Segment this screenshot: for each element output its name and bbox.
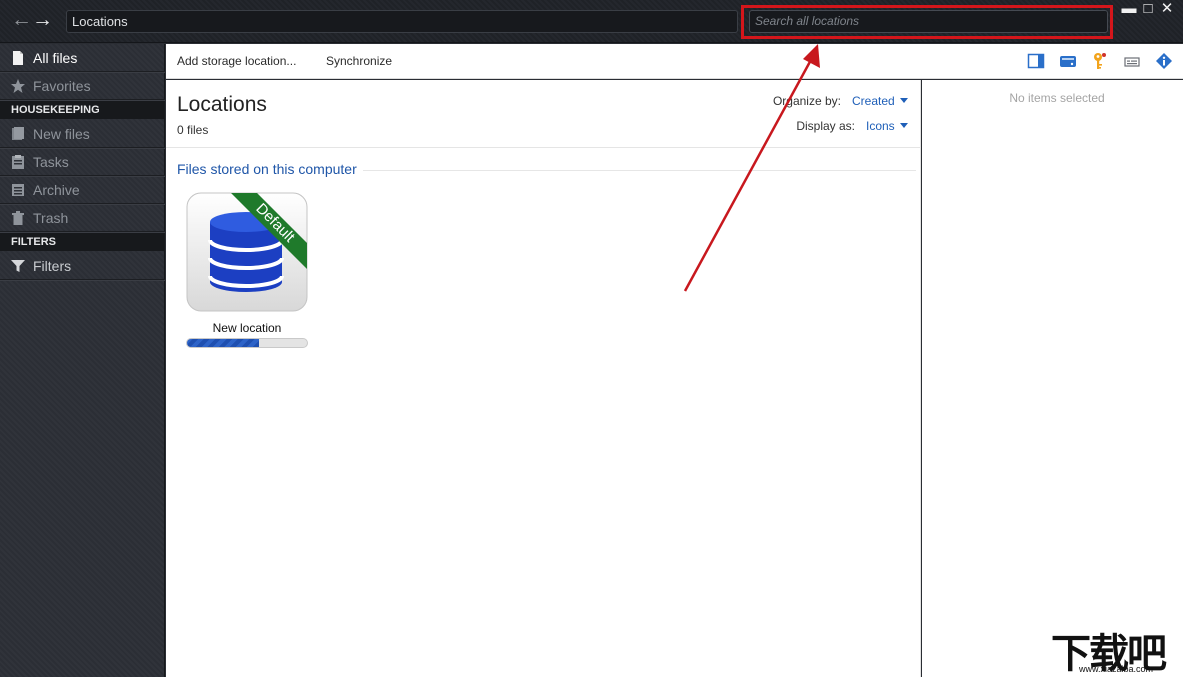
details-pane: No items selected — [922, 80, 1183, 677]
file-count: 0 files — [177, 123, 209, 137]
chevron-down-icon — [899, 123, 908, 128]
filters-header: FILTERS — [0, 233, 165, 251]
sidebar-item-label: Archive — [33, 182, 80, 198]
key-icon[interactable] — [1091, 52, 1109, 70]
sidebar-item-trash[interactable]: Trash — [0, 204, 165, 232]
chevron-down-icon — [899, 98, 908, 103]
location-progress-bar — [186, 338, 308, 348]
star-icon — [11, 79, 25, 93]
forward-arrow-icon[interactable]: → — [32, 9, 53, 31]
sidebar: All files Favorites HOUSEKEEPING New fil… — [0, 44, 165, 677]
tile-label[interactable]: New location — [186, 321, 308, 335]
location-path-field[interactable]: Locations — [66, 10, 738, 33]
clipboard-icon — [12, 155, 24, 169]
sidebar-item-new-files[interactable]: New files — [0, 120, 165, 148]
sidebar-item-filters[interactable]: Filters — [0, 252, 165, 280]
location-tile-new-location[interactable]: Default — [186, 192, 308, 315]
sidebar-item-label: New files — [33, 126, 90, 142]
section-title: Files stored on this computer — [177, 161, 363, 177]
synchronize-button[interactable]: Synchronize — [326, 54, 392, 68]
sidebar-item-tasks[interactable]: Tasks — [0, 148, 165, 176]
title-bar: ← → Locations Search all locations ▬ □ ✕ — [0, 0, 1183, 43]
organize-by-dropdown[interactable]: Created — [852, 94, 908, 108]
panel-icon[interactable] — [1027, 52, 1045, 70]
organize-by-label: Organize by: — [772, 94, 841, 108]
archive-icon — [12, 184, 24, 196]
info-icon[interactable] — [1155, 52, 1173, 70]
progress-fill — [187, 339, 259, 347]
document-icon — [13, 51, 23, 65]
organize-by-value: Created — [852, 94, 895, 108]
display-as-label: Display as: — [796, 119, 855, 133]
divider — [166, 147, 921, 148]
sidebar-item-label: Filters — [33, 258, 72, 274]
housekeeping-header: HOUSEKEEPING — [0, 101, 165, 119]
display-as-value: Icons — [866, 119, 895, 133]
no-items-selected-label: No items selected — [1009, 91, 1105, 105]
display-as-dropdown[interactable]: Icons — [866, 119, 908, 133]
trash-icon — [12, 211, 24, 225]
sidebar-item-favorites[interactable]: Favorites — [0, 72, 165, 100]
watermark-logo: 下载吧 www.xiazaiba.com — [1047, 620, 1183, 677]
funnel-icon — [11, 260, 25, 272]
page-title: Locations — [177, 93, 267, 116]
watermark-url: www.xiazaiba.com — [1079, 664, 1154, 674]
sidebar-item-label: Favorites — [33, 78, 91, 94]
search-highlight-box — [741, 5, 1113, 39]
sidebar-item-label: Tasks — [33, 154, 69, 170]
sidebar-item-label: All files — [33, 50, 78, 66]
tag-icon[interactable] — [1123, 52, 1141, 70]
back-arrow-icon[interactable]: ← — [11, 9, 32, 31]
new-files-icon — [12, 127, 24, 140]
sidebar-item-all-files[interactable]: All files — [0, 44, 165, 72]
add-storage-location-button[interactable]: Add storage location... — [177, 54, 296, 68]
drive-icon[interactable] — [1059, 52, 1077, 70]
minimize-icon[interactable]: ▬ — [1121, 1, 1137, 17]
close-icon[interactable]: ✕ — [1159, 1, 1175, 17]
divider — [356, 170, 916, 171]
sidebar-item-label: Trash — [33, 210, 69, 226]
sidebar-item-archive[interactable]: Archive — [0, 176, 165, 204]
main-content: Locations 0 files Organize by: Created D… — [166, 80, 921, 677]
toolbar: Add storage location... Synchronize — [166, 44, 1183, 79]
maximize-icon[interactable]: □ — [1140, 1, 1156, 17]
